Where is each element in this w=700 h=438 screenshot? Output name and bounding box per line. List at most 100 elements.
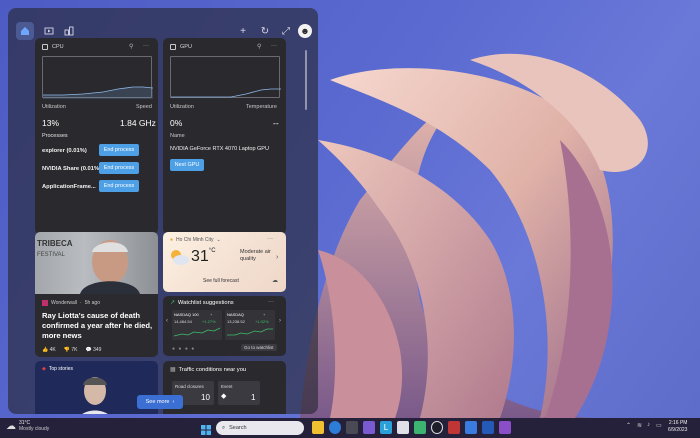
news-time: 5h ago [84,300,100,306]
cpu-header: CPU [42,44,64,50]
taskbar-clock[interactable]: 2:16 PM 6/9/2023 [668,420,687,434]
next-gpu-button[interactable]: Next GPU [170,159,204,171]
see-more-button[interactable]: See more › [137,395,183,409]
add-icon[interactable]: + [263,312,265,317]
comment-icon[interactable]: 💬 349 [86,347,102,353]
pin-icon[interactable]: ⚲ [129,43,133,50]
temp-unit: °C [208,248,216,254]
separator: · [80,300,82,306]
chevron-down-icon: ⌄ [216,237,221,243]
taskbar-condition: Mostly cloudy [19,426,50,432]
stock-value: 14,484.54 [174,319,192,324]
app-icon[interactable] [363,421,375,434]
end-process-button[interactable]: End process [99,144,139,156]
home-icon[interactable] [16,22,34,40]
gpu-graph-line [171,88,281,98]
word-icon[interactable] [482,421,494,434]
chevron-left-icon[interactable]: ‹ [166,318,168,324]
blocked-icon[interactable] [431,421,443,434]
wifi-icon[interactable]: ≋ [637,422,642,429]
road-closures-count: 10 [201,393,210,402]
likes-count: 4K [49,347,56,353]
store-icon[interactable] [346,421,358,434]
weather-extra-icon[interactable]: ☁ [272,277,278,284]
more-options-icon[interactable]: ··· [143,43,149,49]
process-name: ApplicationFrame... [42,184,96,190]
traffic-icon: ▦ [170,367,176,373]
mail-icon[interactable] [465,421,477,434]
cpu-utilization-value: 13% [42,118,60,128]
evernote-icon[interactable] [414,421,426,434]
stock-tile[interactable]: NASDAQ 100 + 14,484.54 +1.27% [172,310,222,340]
gpu-utilization-label: Utilization [170,104,194,110]
taskbar-weather-text: 31°C Mostly cloudy [19,420,49,432]
dislikes-count: 7K [71,347,78,353]
avatar[interactable]: ☻ [298,24,312,38]
taskbar-weather[interactable]: ☁ 31°C Mostly cloudy [6,420,49,432]
news-source-row: Wonderwall · 5h ago [42,300,100,306]
news-headline[interactable]: Ray Liotta's cause of death confirmed a … [42,311,156,341]
edge-icon[interactable] [329,421,341,434]
weather-temp: 31°C [191,248,216,266]
go-to-watchlist-button[interactable]: Go to watchlist [241,344,277,351]
stock-tile[interactable]: NASDAQ + 13,238.52 +1.02% [225,310,275,340]
news-card[interactable]: TRIBECA FESTIVAL Wonderwall · 5h ago Ray… [35,232,158,357]
more-options-icon[interactable]: ··· [268,299,274,305]
top-story-photo [82,377,108,414]
purple-app-icon[interactable] [499,421,511,434]
cpu-graph-line [43,86,154,99]
cpu-utilization-graph [42,56,154,99]
stock-sparkline [227,328,273,336]
dislike-icon[interactable]: 👎 7K [64,347,78,353]
event-count: 1 [251,393,256,402]
gpu-temperature-label: Temperature [246,104,277,110]
red-app-icon[interactable] [448,421,460,434]
chevron-right-icon[interactable]: › [279,318,281,324]
chevron-right-icon: › [172,399,175,405]
stock-name: NASDAQ 100 [174,312,199,317]
search-placeholder: Search [229,425,247,431]
event-icon: ◆ [221,393,227,400]
chip-icon [42,44,48,50]
weather-location[interactable]: ● Ho Chi Minh City ⌄ [170,237,221,243]
clock-time: 2:16 PM [668,420,688,426]
watchlist-title: Watchlist suggestions [177,300,234,306]
traffic-header: ▦ Traffic conditions near you [170,367,246,373]
add-icon[interactable]: + [210,312,212,317]
news-reactions: 👍 4K 👎 7K 💬 349 [42,347,101,353]
weather-widget[interactable]: ● Ho Chi Minh City ⌄ ··· 31°C Moderate a… [163,232,286,292]
stock-name: NASDAQ [227,312,244,317]
more-options-icon[interactable]: ··· [267,236,273,242]
end-process-button[interactable]: End process [99,180,139,192]
chevron-right-icon[interactable]: › [276,254,278,261]
gpu-utilization-graph [170,56,281,98]
like-icon[interactable]: 👍 4K [42,347,56,353]
end-process-button[interactable]: End process [99,162,139,174]
taskbar: ☁ 31°C Mostly cloudy ⌕ Search L ⌃ ≋ ♪ ▭ … [0,418,700,438]
taskbar-search[interactable]: ⌕ Search [216,421,304,435]
cloud-icon: ☁ [6,420,16,432]
file-explorer-icon[interactable] [312,421,324,434]
pagination-dots[interactable]: ● ● ● ● [172,346,195,352]
gpu-widget: GPU ⚲ ··· Utilization Temperature 0% -- … [163,38,286,234]
pin-icon[interactable]: ⚲ [257,43,261,50]
volume-icon[interactable]: ♪ [647,422,650,428]
stock-sparkline [174,327,220,337]
see-forecast-link[interactable]: See full forecast [203,278,239,284]
gpu-header: GPU [170,44,192,50]
more-options-icon[interactable]: ··· [271,43,277,49]
chevron-up-icon[interactable]: ⌃ [626,422,631,429]
cpu-title: CPU [52,44,64,50]
notepad-icon[interactable] [397,421,409,434]
cpu-widget: CPU ⚲ ··· Utilization Speed 13% 1.84 GHz… [35,38,158,234]
battery-icon[interactable]: ▭ [656,422,662,429]
start-button[interactable] [201,422,211,435]
event-tile[interactable]: Event ◆ 1 [218,381,260,405]
road-closures-label: Road closures [175,384,204,389]
stock-value: 13,238.52 [227,319,245,324]
process-name: NVIDIA Share (0.01%) [42,166,102,172]
gpu-name-label: Name [170,133,185,139]
event-label: Event [221,384,233,389]
lightroom-icon[interactable]: L [380,421,392,434]
panel-scrollbar[interactable] [305,50,307,110]
